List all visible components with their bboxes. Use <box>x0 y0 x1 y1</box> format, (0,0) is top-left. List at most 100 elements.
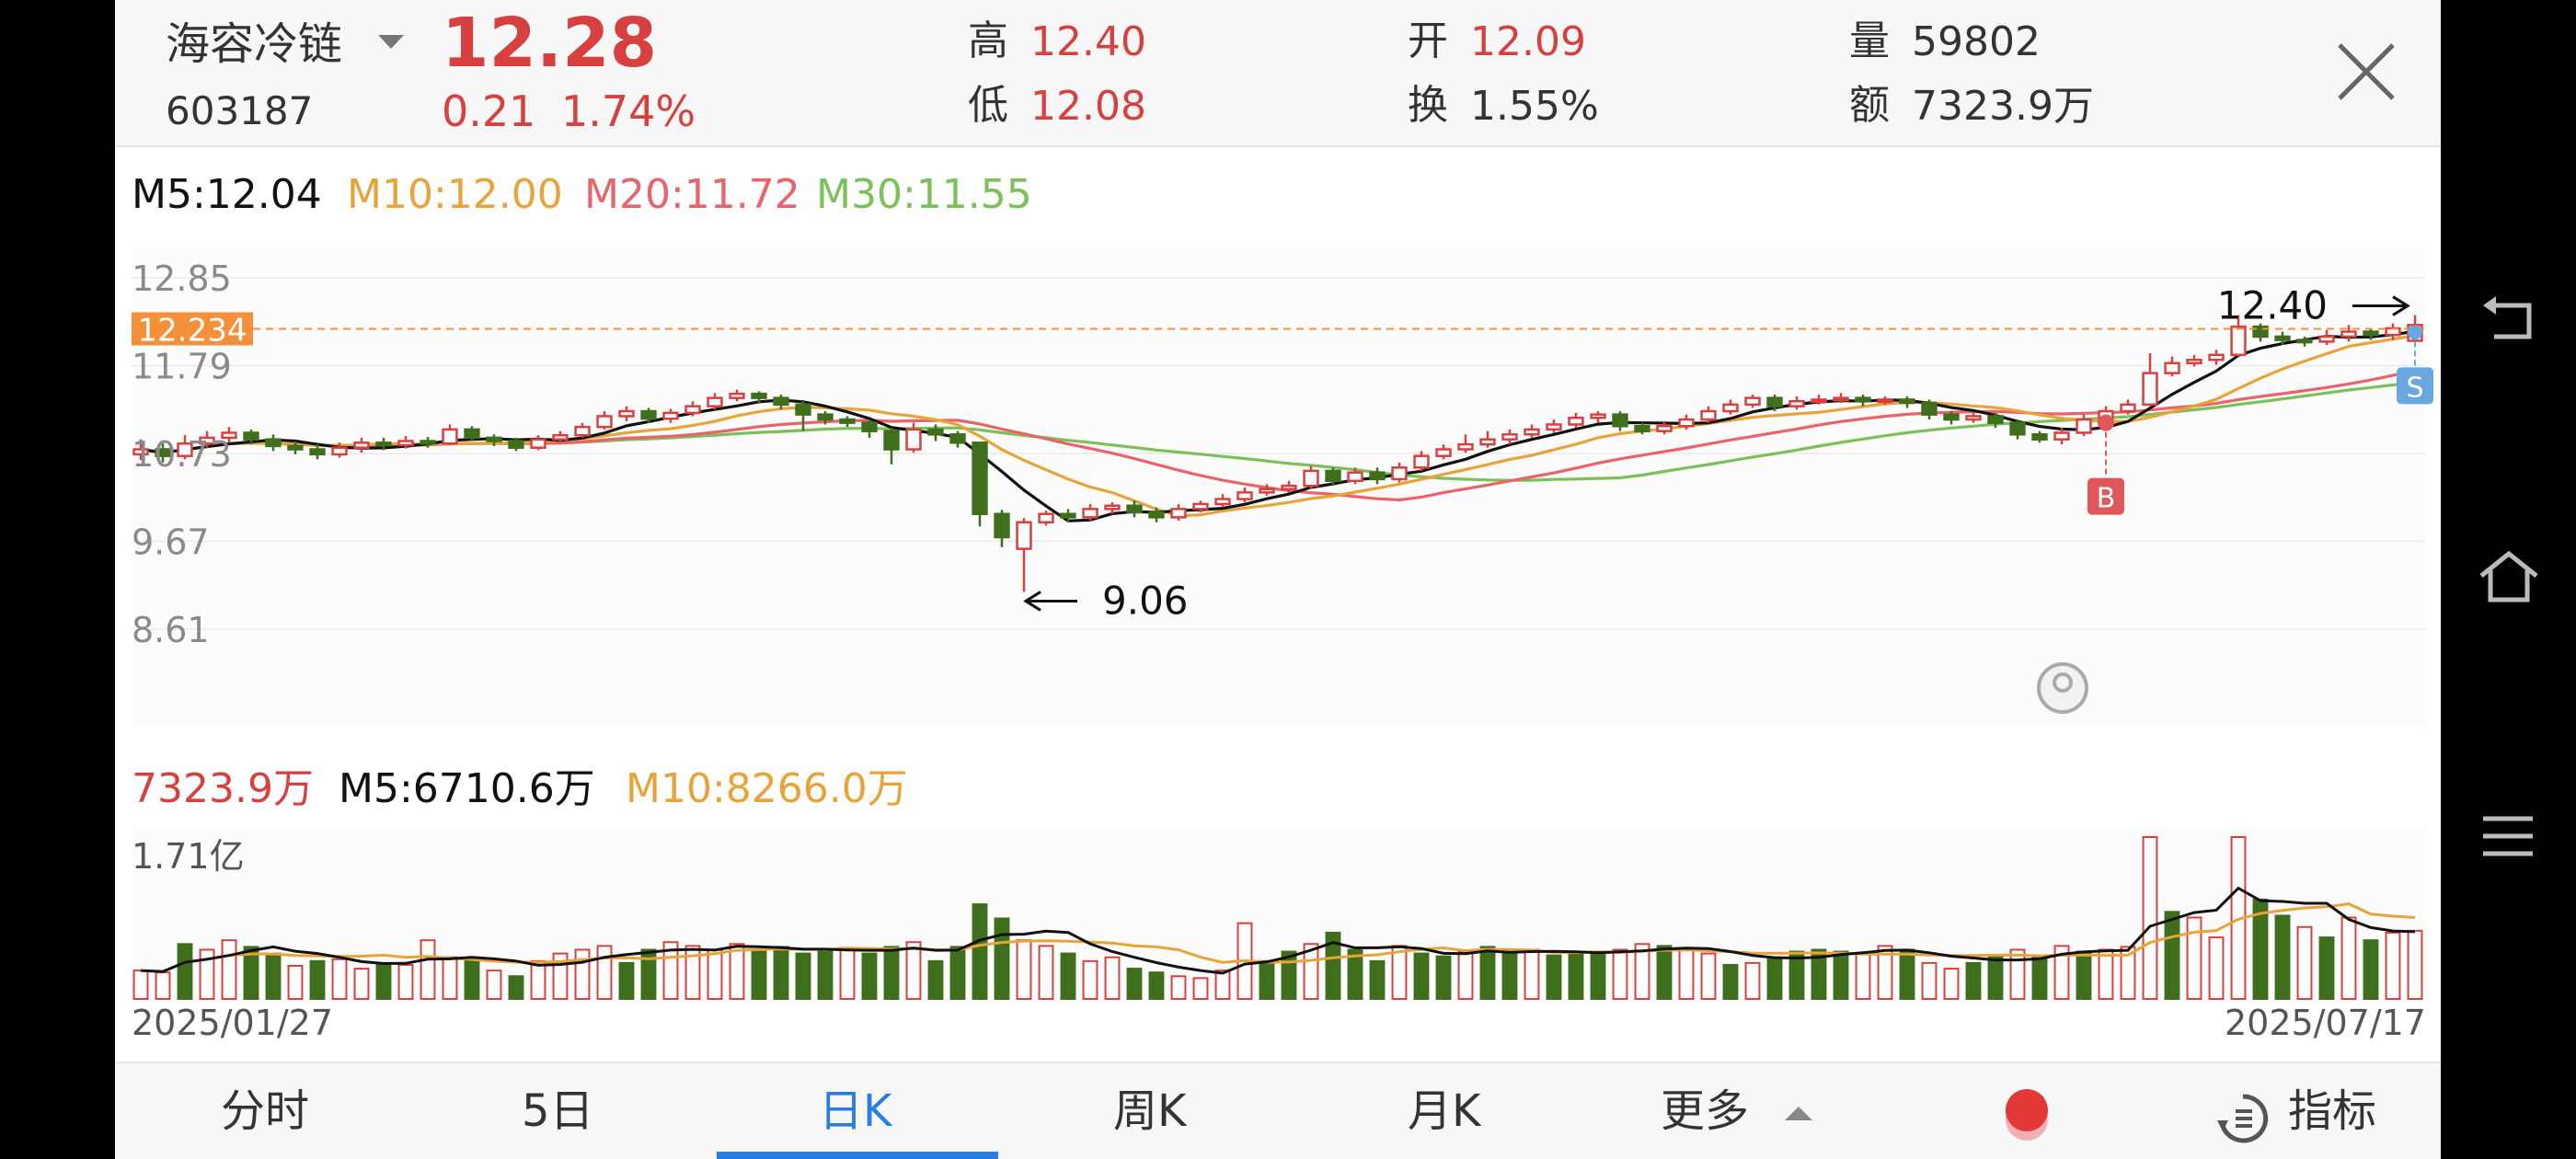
volume-bar-up <box>2098 948 2114 1001</box>
tab-intraday[interactable]: 分时 <box>221 1089 309 1133</box>
volume-bar-up <box>397 963 414 1001</box>
tab-weekly-k[interactable]: 周K <box>1113 1089 1186 1133</box>
quote-high-value: 12.40 <box>1030 18 1146 65</box>
candle-down <box>773 396 789 407</box>
candle-up <box>2208 353 2225 361</box>
x-axis-end-date: 2025/07/17 <box>2225 1003 2426 1043</box>
volume-bar-down <box>1369 959 1386 1001</box>
low-price-label: 9.06 <box>1102 578 1189 623</box>
volume-bar-up <box>2296 925 2313 1000</box>
home-icon[interactable] <box>2478 548 2540 605</box>
volume-bar-down <box>1126 968 1143 1001</box>
record-dot-icon[interactable] <box>2006 1089 2048 1131</box>
ma10-legend: M10:12.00 <box>347 171 563 218</box>
tab-5day[interactable]: 5日 <box>522 1089 594 1133</box>
volume-bar-down <box>1656 945 1673 1001</box>
x-axis-start-date: 2025/01/27 <box>132 1003 333 1043</box>
volume-bar-up <box>155 971 171 1001</box>
candle-up <box>1391 466 1408 481</box>
volume-bar-down <box>1479 946 1496 1001</box>
candle-up <box>1678 418 1695 428</box>
candle-up <box>684 405 701 415</box>
candle-up <box>1590 413 1606 419</box>
volume-bar-up <box>221 939 237 1000</box>
candle-down <box>265 438 282 448</box>
candle-down <box>287 444 304 451</box>
quote-amount-value: 7323.9万 <box>1912 83 2094 130</box>
volume-ma10-legend: M10:8266.0万 <box>626 765 908 812</box>
candle-down <box>2274 335 2291 341</box>
sell-marker-label: S <box>2406 372 2423 404</box>
tab-more[interactable]: 更多 <box>1661 1089 1749 1133</box>
y-axis-tick-label: 11.79 <box>132 347 232 387</box>
menu-icon[interactable] <box>2481 813 2535 859</box>
quote-amount-label: 额 <box>1849 82 1890 129</box>
volume-bar-up <box>2407 929 2423 1000</box>
candle-up <box>2340 330 2357 339</box>
candle-up <box>1965 415 1982 421</box>
candle-up <box>1833 396 1849 402</box>
candle-down <box>861 421 878 432</box>
candle-up <box>1303 469 1319 488</box>
volume-bar-up <box>1700 952 1717 1001</box>
volume-legend-value: 7323.9万 <box>132 765 314 812</box>
volume-chart[interactable]: 1.71亿 2025/01/27 2025/07/17 <box>115 828 2441 1049</box>
candle-up <box>618 409 635 418</box>
volume-bar-up <box>2340 916 2357 1000</box>
volume-bar-down <box>795 952 811 1001</box>
ma20-legend: M20:11.72 <box>584 171 800 218</box>
buy-marker-label: B <box>2097 483 2116 515</box>
candle-up <box>1479 438 1496 446</box>
quote-volume-value: 59802 <box>1912 18 2041 65</box>
y-axis-tick-label: 10.73 <box>132 434 232 475</box>
candle-down <box>1921 401 1938 416</box>
candle-down <box>243 431 259 441</box>
volume-bar-down <box>1060 952 1076 1001</box>
volume-bar-up <box>1038 945 1054 1001</box>
app-window: 海容冷链 603187 12.28 0.21 1.74% 高 12.40 低 1… <box>115 0 2441 1159</box>
volume-bar-down <box>1568 952 1584 1001</box>
back-icon[interactable] <box>2481 293 2536 344</box>
candle-down <box>508 440 524 449</box>
stock-switch-dropdown-icon[interactable] <box>378 35 404 49</box>
stock-change-pct: 1.74% <box>561 86 696 136</box>
volume-bar-up <box>1214 970 1231 1000</box>
candle-down <box>464 428 480 440</box>
stock-name[interactable]: 海容冷链 <box>166 22 342 66</box>
candle-up <box>1082 508 1098 519</box>
volume-bar-down <box>2274 914 2291 1000</box>
volume-bar-down <box>1546 954 1562 1000</box>
candle-down <box>883 430 900 451</box>
candle-down <box>817 413 834 421</box>
candle-up <box>1568 417 1584 426</box>
tab-daily-k[interactable]: 日K <box>819 1089 891 1133</box>
close-icon[interactable] <box>2336 41 2397 102</box>
candle-down <box>2363 330 2379 337</box>
candlestick-chart[interactable]: 12.234 12.40 9.06 B S 12.85 11.79 10.73 9.67 8.6… <box>115 239 2441 736</box>
y-axis-tick-label: 9.67 <box>132 522 210 563</box>
quote-volume-label: 量 <box>1849 17 1890 64</box>
volume-bar-up <box>442 956 458 1001</box>
volume-bar-up <box>486 970 502 1000</box>
volume-bar-up <box>353 968 370 1001</box>
tab-indicators[interactable]: 指标 <box>2288 1089 2376 1133</box>
volume-bar-down <box>1501 952 1518 1001</box>
tab-monthly-k[interactable]: 月K <box>1408 1089 1480 1133</box>
volume-bar-down <box>1435 955 1452 1000</box>
candle-down <box>375 442 392 447</box>
candle-down <box>1060 512 1076 519</box>
candle-up <box>1435 448 1452 457</box>
candle-up <box>2053 431 2070 441</box>
candle-down <box>1126 504 1143 514</box>
caret-up-icon[interactable] <box>1785 1107 1812 1120</box>
candle-down <box>949 433 966 444</box>
volume-bar-up <box>2186 916 2202 1000</box>
candle-up <box>707 396 723 407</box>
volume-bar-down <box>2164 911 2180 1000</box>
candle-up <box>729 392 745 399</box>
volume-bar-up <box>287 964 304 1000</box>
volume-bar-up <box>1457 950 1474 1000</box>
indicator-icon[interactable] <box>2217 1093 2269 1144</box>
volume-bar-down <box>1899 948 1915 1001</box>
candle-down <box>1855 396 1871 403</box>
